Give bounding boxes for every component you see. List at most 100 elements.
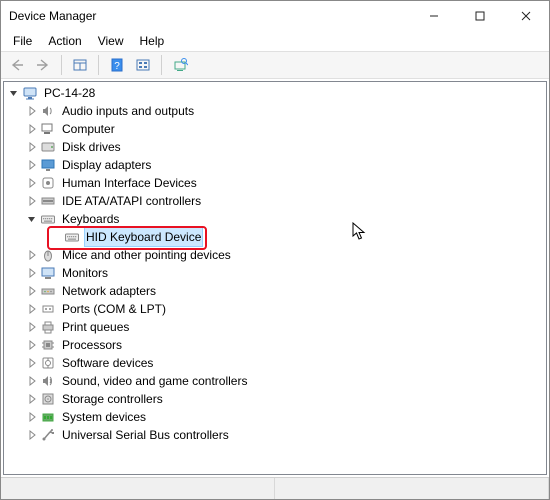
device-manager-window: Device Manager File Action View Help <box>0 0 550 500</box>
sound-icon <box>40 373 56 389</box>
toolbar-scan-button[interactable] <box>168 54 192 76</box>
minimize-icon <box>429 11 439 21</box>
forward-arrow-icon <box>35 58 51 72</box>
tree-category-node[interactable]: Universal Serial Bus controllers <box>4 426 546 444</box>
toolbar-separator <box>161 55 162 75</box>
tree-node-label: Audio inputs and outputs <box>60 102 196 120</box>
tree-category-node[interactable]: Disk drives <box>4 138 546 156</box>
help-icon: ? <box>109 58 125 72</box>
toolbar-separator <box>61 55 62 75</box>
expand-icon[interactable] <box>26 195 38 207</box>
menubar: File Action View Help <box>1 31 549 51</box>
cpu-icon <box>40 337 56 353</box>
expand-icon[interactable] <box>26 267 38 279</box>
tree-category-node[interactable]: Human Interface Devices <box>4 174 546 192</box>
device-tree-pane[interactable]: PC-14-28Audio inputs and outputsComputer… <box>3 81 547 475</box>
menu-action[interactable]: Action <box>40 32 89 50</box>
printer-icon <box>40 319 56 335</box>
tree-node-label: Computer <box>60 120 117 138</box>
port-icon <box>40 301 56 317</box>
tree-node-label: Universal Serial Bus controllers <box>60 426 231 444</box>
tree-category-node[interactable]: Mice and other pointing devices <box>4 246 546 264</box>
close-button[interactable] <box>503 1 549 31</box>
content-area: PC-14-28Audio inputs and outputsComputer… <box>1 79 549 477</box>
tree-category-node[interactable]: Storage controllers <box>4 390 546 408</box>
system-icon <box>40 409 56 425</box>
window-controls <box>411 1 549 31</box>
expand-icon[interactable] <box>26 357 38 369</box>
collapse-icon[interactable] <box>26 213 38 225</box>
tree-category-node[interactable]: Computer <box>4 120 546 138</box>
tree-category-node[interactable]: Sound, video and game controllers <box>4 372 546 390</box>
expand-icon[interactable] <box>26 375 38 387</box>
expand-icon[interactable] <box>26 159 38 171</box>
toolbar-view-button[interactable] <box>131 54 155 76</box>
tree-category-node[interactable]: Software devices <box>4 354 546 372</box>
tree-node-label: Processors <box>60 336 124 354</box>
expand-icon[interactable] <box>26 177 38 189</box>
expand-icon[interactable] <box>26 429 38 441</box>
expand-icon[interactable] <box>26 393 38 405</box>
toolbar-properties-button[interactable] <box>68 54 92 76</box>
disk-icon <box>40 139 56 155</box>
tree-category-node[interactable]: Keyboards <box>4 210 546 228</box>
tree-node-label: Storage controllers <box>60 390 165 408</box>
tree-node-label: Keyboards <box>60 210 121 228</box>
back-arrow-icon <box>9 58 25 72</box>
tree-node-label: Ports (COM & LPT) <box>60 300 168 318</box>
tree-node-label: System devices <box>60 408 148 426</box>
hid-icon <box>40 175 56 191</box>
device-tree: PC-14-28Audio inputs and outputsComputer… <box>4 82 546 446</box>
expand-icon[interactable] <box>26 303 38 315</box>
tree-device-node[interactable]: HID Keyboard Device <box>4 228 546 246</box>
tree-category-node[interactable]: Processors <box>4 336 546 354</box>
tree-node-label: PC-14-28 <box>42 84 97 102</box>
tree-category-node[interactable]: System devices <box>4 408 546 426</box>
tree-category-node[interactable]: Monitors <box>4 264 546 282</box>
tree-category-node[interactable]: Ports (COM & LPT) <box>4 300 546 318</box>
keyboard-icon <box>40 211 56 227</box>
collapse-icon[interactable] <box>8 87 20 99</box>
tree-category-node[interactable]: Print queues <box>4 318 546 336</box>
tree-node-label: Human Interface Devices <box>60 174 199 192</box>
tree-node-label: Disk drives <box>60 138 123 156</box>
expand-icon[interactable] <box>26 411 38 423</box>
titlebar: Device Manager <box>1 1 549 31</box>
tree-node-label: HID Keyboard Device <box>84 227 203 247</box>
toolbar-back-button[interactable] <box>5 54 29 76</box>
tree-node-label: Network adapters <box>60 282 158 300</box>
computer-root-icon <box>22 85 38 101</box>
toolbar-forward-button[interactable] <box>31 54 55 76</box>
toolbar-separator <box>98 55 99 75</box>
menu-help[interactable]: Help <box>132 32 173 50</box>
expand-icon[interactable] <box>26 321 38 333</box>
statusbar-segment <box>1 478 275 499</box>
mouse-icon <box>40 247 56 263</box>
scan-hardware-icon <box>172 58 188 72</box>
menu-file[interactable]: File <box>5 32 40 50</box>
view-icon <box>135 58 151 72</box>
tree-node-label: Print queues <box>60 318 131 336</box>
menu-view[interactable]: View <box>90 32 132 50</box>
expand-icon[interactable] <box>26 339 38 351</box>
tree-root-node[interactable]: PC-14-28 <box>4 84 546 102</box>
tree-category-node[interactable]: Display adapters <box>4 156 546 174</box>
expand-icon[interactable] <box>26 249 38 261</box>
maximize-button[interactable] <box>457 1 503 31</box>
toolbar-help-button[interactable]: ? <box>105 54 129 76</box>
annotation-arrow <box>4 446 544 475</box>
expand-icon[interactable] <box>26 105 38 117</box>
expand-icon[interactable] <box>26 123 38 135</box>
display-icon <box>40 157 56 173</box>
tree-category-node[interactable]: Network adapters <box>4 282 546 300</box>
software-icon <box>40 355 56 371</box>
speaker-icon <box>40 103 56 119</box>
tree-node-label: IDE ATA/ATAPI controllers <box>60 192 203 210</box>
tree-category-node[interactable]: Audio inputs and outputs <box>4 102 546 120</box>
minimize-button[interactable] <box>411 1 457 31</box>
expand-icon[interactable] <box>26 285 38 297</box>
usb-icon <box>40 427 56 443</box>
tree-category-node[interactable]: IDE ATA/ATAPI controllers <box>4 192 546 210</box>
svg-text:?: ? <box>114 61 120 72</box>
expand-icon[interactable] <box>26 141 38 153</box>
